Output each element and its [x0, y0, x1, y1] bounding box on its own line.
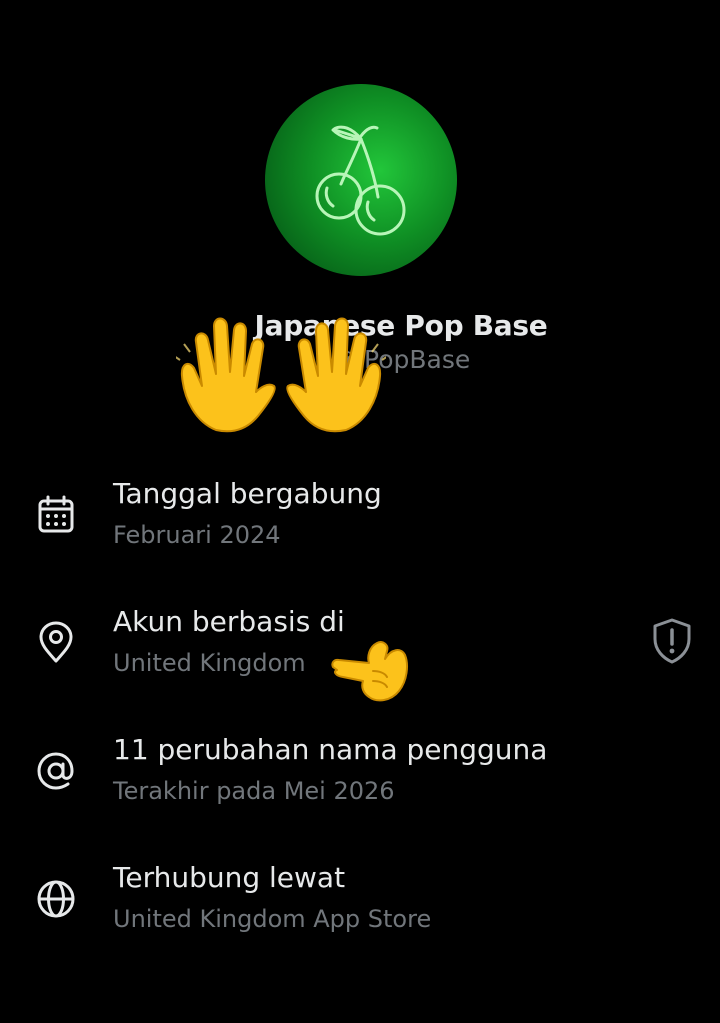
- info-row-subtitle: Terakhir pada Mei 2026: [113, 777, 395, 805]
- info-row-subtitle: Februari 2024: [113, 521, 281, 549]
- cherry-icon: [315, 125, 406, 236]
- pointing-hand-emoji: [329, 637, 411, 709]
- info-row-title: Tanggal bergabung: [113, 477, 382, 510]
- info-row-title: Akun berbasis di: [113, 605, 345, 638]
- info-row-connected-via: Terhubung lewat United Kingdom App Store: [0, 861, 720, 951]
- info-row-subtitle: United Kingdom App Store: [113, 905, 432, 933]
- info-row-subtitle: United Kingdom: [113, 649, 306, 677]
- at-sign-icon: [37, 752, 74, 790]
- globe-icon: [37, 880, 75, 918]
- shield-alert-icon[interactable]: [650, 617, 694, 665]
- location-pin-icon: [39, 621, 73, 663]
- info-row-username-changes: 11 perubahan nama pengguna Terakhir pada…: [0, 733, 720, 823]
- calendar-icon: [38, 495, 74, 533]
- profile-avatar[interactable]: [265, 84, 457, 276]
- info-row-title: Terhubung lewat: [113, 861, 346, 894]
- raised-hands-emoji: [173, 312, 389, 441]
- info-row-joined: Tanggal bergabung Februari 2024: [0, 477, 720, 567]
- info-row-title: 11 perubahan nama pengguna: [113, 733, 548, 766]
